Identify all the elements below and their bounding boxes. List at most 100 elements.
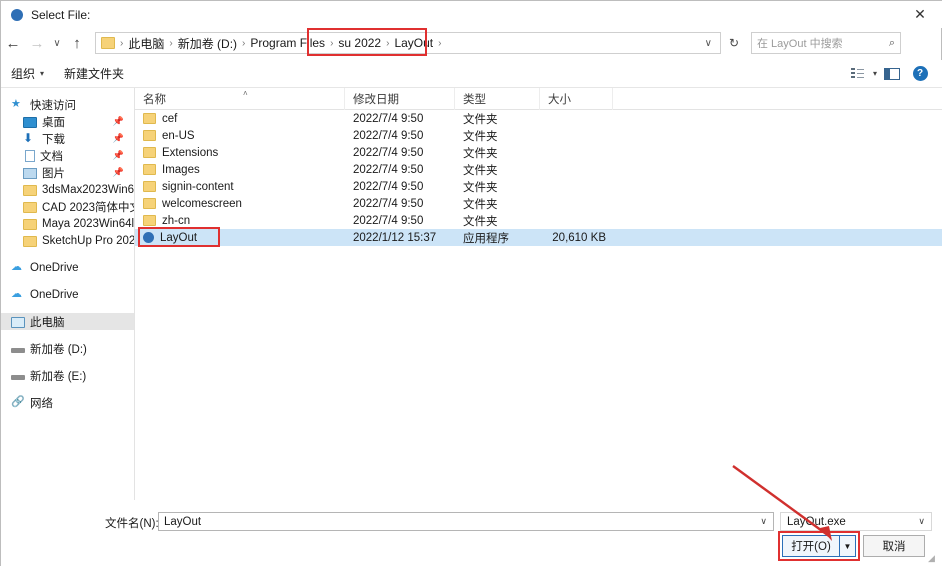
sidebar-item-label: SketchUp Pro 202 bbox=[42, 234, 135, 247]
navigation-bar: ← → ∨ ↑ › 此电脑 › 新加卷 (D:) › Program Files… bbox=[1, 28, 942, 58]
chevron-down-icon[interactable]: ∨ bbox=[760, 516, 767, 527]
breadcrumb-item-drive-d[interactable]: 新加卷 (D:) bbox=[174, 35, 241, 52]
file-type-cell: 文件夹 bbox=[463, 198, 498, 211]
file-name-label: signin-content bbox=[162, 180, 234, 193]
file-date-cell: 2022/7/4 9:50 bbox=[353, 163, 424, 176]
forward-icon[interactable]: → bbox=[25, 30, 49, 56]
sidebar-item-onedrive-2[interactable]: ☁ OneDrive bbox=[1, 286, 134, 303]
sidebar-item-maya[interactable]: Maya 2023Win64l bbox=[1, 215, 134, 232]
sidebar-item-drive-d[interactable]: 新加卷 (D:) bbox=[1, 340, 134, 357]
app-circle-icon bbox=[143, 232, 154, 243]
column-headers: 名称 修改日期 类型 大小 ˄ bbox=[135, 87, 942, 110]
drive-icon bbox=[11, 348, 25, 353]
table-row[interactable]: zh-cn 2022/7/4 9:50 文件夹 bbox=[135, 212, 942, 229]
star-icon: ★ bbox=[11, 98, 21, 110]
file-name-label: welcomescreen bbox=[162, 197, 242, 210]
sidebar-item-label: OneDrive bbox=[30, 288, 79, 301]
sidebar-item-downloads[interactable]: ⬇ 下载 📌 bbox=[1, 130, 134, 147]
table-row[interactable]: Images 2022/7/4 9:50 文件夹 bbox=[135, 161, 942, 178]
file-date-cell: 2022/7/4 9:50 bbox=[353, 129, 424, 142]
view-layout-icon[interactable] bbox=[845, 63, 871, 85]
help-icon[interactable]: ? bbox=[907, 63, 933, 85]
desktop-icon bbox=[23, 116, 37, 128]
refresh-icon[interactable]: ↻ bbox=[721, 32, 747, 54]
file-name-cell: cef bbox=[135, 113, 345, 125]
breadcrumb-item-program-files[interactable]: Program Files bbox=[246, 36, 329, 50]
folder-icon bbox=[23, 218, 37, 230]
folder-icon bbox=[143, 113, 156, 124]
file-name-cell: signin-content bbox=[135, 181, 345, 193]
sidebar-item-documents[interactable]: 文档 📌 bbox=[1, 147, 134, 164]
chevron-down-icon[interactable]: ∨ bbox=[918, 516, 925, 527]
file-name-cell: LayOut bbox=[135, 232, 345, 244]
breadcrumb-item-layout[interactable]: LayOut bbox=[390, 36, 437, 50]
file-type-filter[interactable]: LayOut.exe ∨ bbox=[780, 512, 932, 531]
download-icon: ⬇ bbox=[23, 131, 34, 145]
sidebar-item-desktop[interactable]: 桌面 📌 bbox=[1, 113, 134, 130]
resize-grip-icon[interactable]: ◢ bbox=[928, 553, 938, 563]
filename-input[interactable]: LayOut ∨ bbox=[158, 512, 774, 531]
file-date-cell: 2022/7/4 9:50 bbox=[353, 180, 424, 193]
sidebar-item-pictures[interactable]: 图片 📌 bbox=[1, 164, 134, 181]
document-icon bbox=[25, 149, 35, 162]
table-row[interactable]: signin-content 2022/7/4 9:50 文件夹 bbox=[135, 178, 942, 195]
up-icon[interactable]: ↑ bbox=[65, 30, 89, 56]
folder-icon bbox=[143, 130, 156, 141]
sidebar-item-network[interactable]: 🔗 网络 bbox=[1, 394, 134, 411]
column-header-type[interactable]: 类型 bbox=[455, 87, 540, 110]
file-name-label: Extensions bbox=[162, 146, 219, 159]
breadcrumb[interactable]: › 此电脑 › 新加卷 (D:) › Program Files › su 20… bbox=[95, 32, 721, 54]
recent-locations-icon[interactable]: ∨ bbox=[49, 30, 65, 56]
search-input[interactable]: 在 LayOut 中搜索 ⌕ bbox=[751, 32, 901, 54]
new-folder-label: 新建文件夹 bbox=[64, 67, 125, 81]
filename-value: LayOut bbox=[164, 515, 202, 528]
sidebar-item-drive-e[interactable]: 新加卷 (E:) bbox=[1, 367, 134, 384]
file-name-label: LayOut bbox=[160, 231, 198, 244]
sidebar-item-label: 网络 bbox=[30, 397, 53, 410]
table-row[interactable]: en-US 2022/7/4 9:50 文件夹 bbox=[135, 127, 942, 144]
breadcrumb-dropdown-icon[interactable]: ∨ bbox=[697, 38, 720, 49]
file-name-label: cef bbox=[162, 112, 178, 125]
filename-label: 文件名(N): bbox=[105, 518, 159, 530]
help-glyph: ? bbox=[912, 66, 928, 81]
new-folder-button[interactable]: 新建文件夹 bbox=[54, 65, 134, 82]
sidebar-item-sketchup[interactable]: SketchUp Pro 202 bbox=[1, 232, 134, 249]
table-row[interactable]: cef 2022/7/4 9:50 文件夹 bbox=[135, 110, 942, 127]
open-button[interactable]: 打开(O) bbox=[782, 535, 840, 557]
file-date-cell: 2022/7/4 9:50 bbox=[353, 214, 424, 227]
column-header-size[interactable]: 大小 bbox=[540, 87, 613, 110]
dialog-body: ★ 快速访问 桌面 📌 ⬇ 下载 📌 文档 📌 图片 📌 3dsMax2023W… bbox=[1, 87, 942, 500]
table-row[interactable]: welcomescreen 2022/7/4 9:50 文件夹 bbox=[135, 195, 942, 212]
pictures-icon bbox=[23, 167, 37, 179]
column-header-name[interactable]: 名称 bbox=[135, 87, 345, 110]
file-type-cell: 文件夹 bbox=[463, 181, 498, 194]
pin-icon: 📌 bbox=[112, 133, 124, 143]
close-icon[interactable]: ✕ bbox=[897, 1, 942, 28]
search-placeholder: 在 LayOut 中搜索 bbox=[757, 38, 843, 50]
column-header-date[interactable]: 修改日期 bbox=[345, 87, 455, 110]
file-name-label: zh-cn bbox=[162, 214, 191, 227]
search-icon: ⌕ bbox=[888, 36, 895, 49]
cancel-button[interactable]: 取消 bbox=[863, 535, 925, 557]
file-name-cell: Images bbox=[135, 164, 345, 176]
breadcrumb-item-su-2022[interactable]: su 2022 bbox=[334, 36, 385, 50]
pin-icon: 📌 bbox=[112, 150, 124, 160]
back-icon[interactable]: ← bbox=[1, 30, 25, 56]
open-dropdown-arrow-icon[interactable]: ▼ bbox=[840, 535, 856, 557]
table-row-selected[interactable]: LayOut 2022/1/12 15:37 应用程序 20,610 KB bbox=[135, 227, 942, 247]
sidebar-item-3dsmax[interactable]: 3dsMax2023Win6 bbox=[1, 181, 134, 198]
preview-pane-icon[interactable] bbox=[879, 63, 905, 85]
folder-icon bbox=[143, 164, 156, 175]
sidebar-item-onedrive-1[interactable]: ☁ OneDrive bbox=[1, 259, 134, 276]
sort-ascending-icon: ˄ bbox=[243, 89, 248, 98]
table-row[interactable]: Extensions 2022/7/4 9:50 文件夹 bbox=[135, 144, 942, 161]
view-chevron-down-icon[interactable]: ▾ bbox=[873, 69, 877, 78]
file-type-cell: 应用程序 bbox=[463, 232, 509, 245]
organize-button[interactable]: 组织 ▾ bbox=[1, 65, 54, 82]
pin-icon: 📌 bbox=[112, 116, 124, 126]
breadcrumb-item-this-pc[interactable]: 此电脑 bbox=[124, 35, 168, 52]
sidebar-item-this-pc[interactable]: 此电脑 bbox=[1, 313, 134, 330]
sidebar-item-cad[interactable]: CAD 2023简体中文 bbox=[1, 198, 134, 215]
sidebar-item-quick-access[interactable]: ★ 快速访问 bbox=[1, 96, 134, 113]
organize-label: 组织 bbox=[11, 67, 36, 81]
